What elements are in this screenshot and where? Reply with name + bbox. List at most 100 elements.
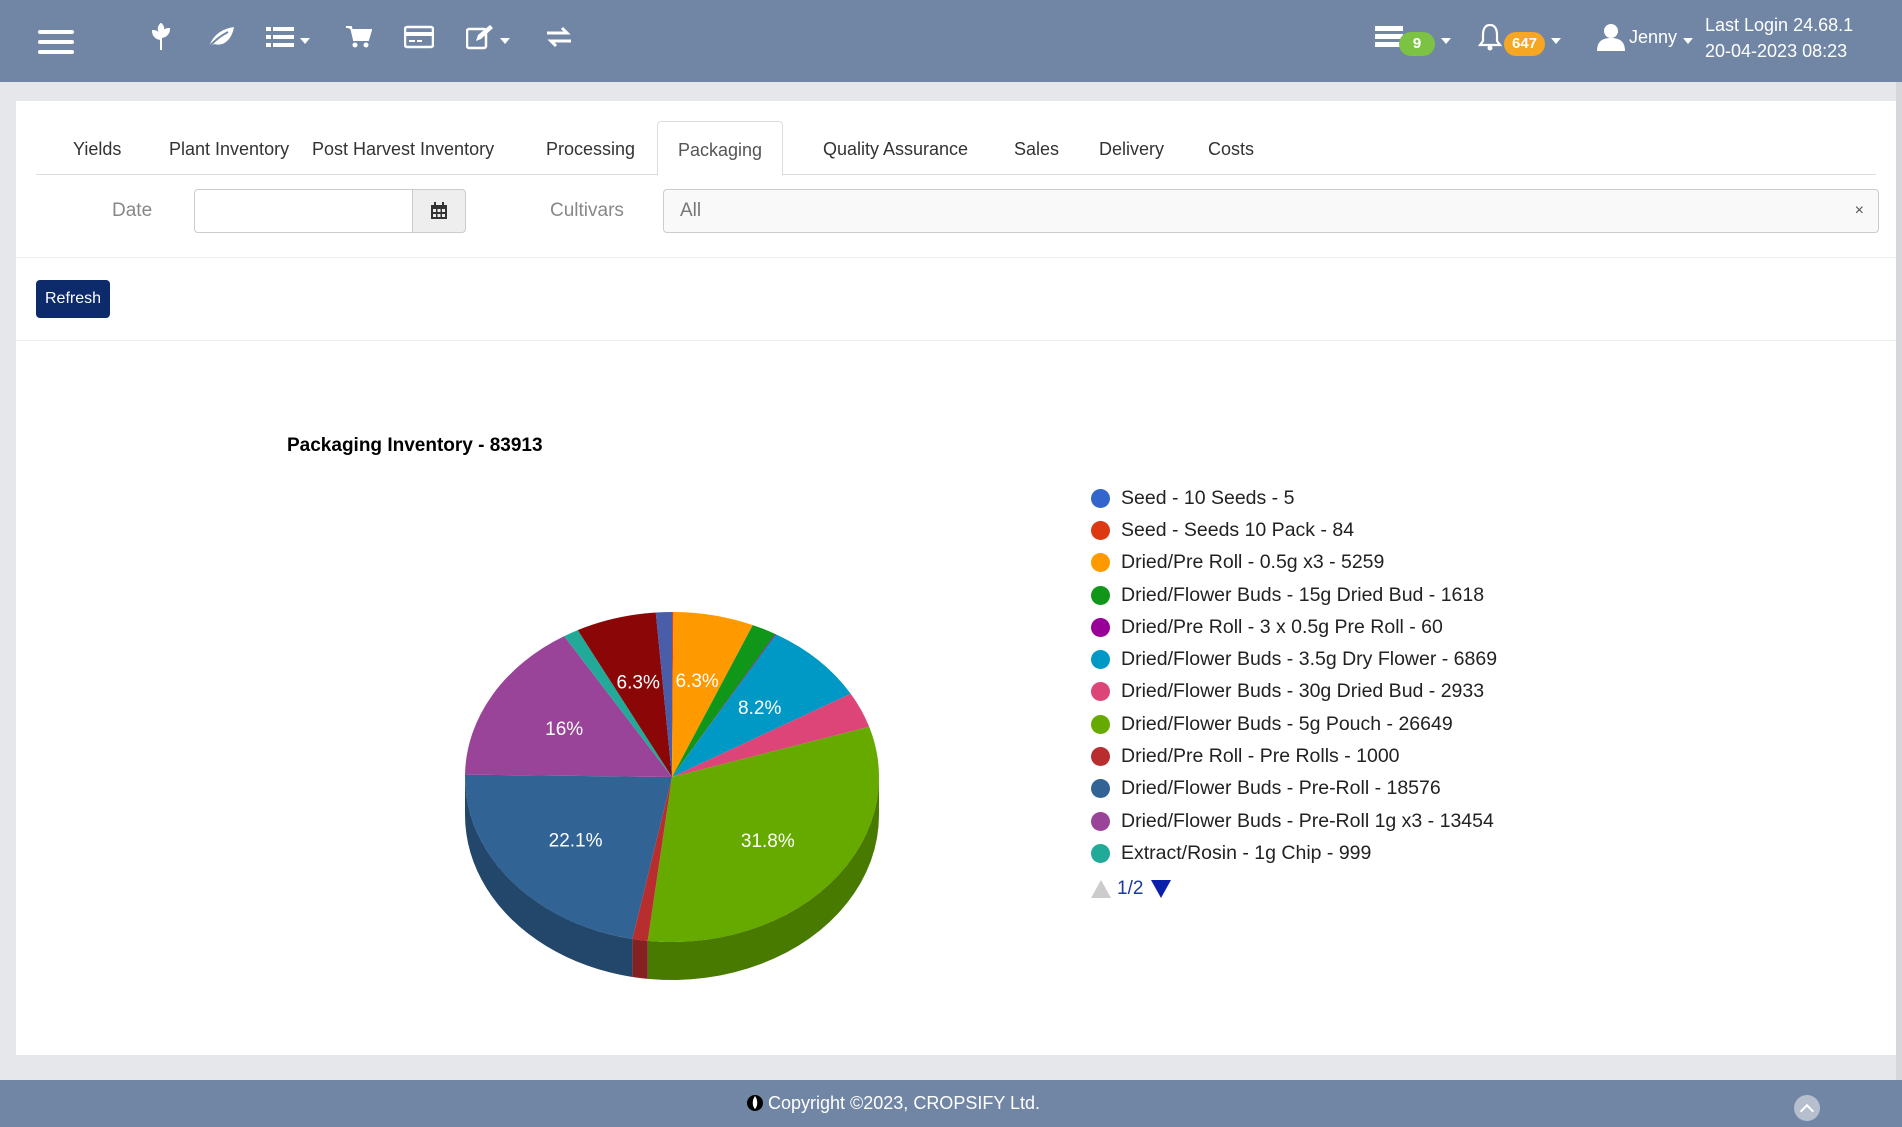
chevron-up-icon [1799,1103,1815,1118]
scroll-to-top-button[interactable] [1794,1095,1820,1121]
footer: Copyright ©2023, CROPSIFY Ltd. [0,1080,1902,1127]
legend-item[interactable]: Dried/Pre Roll - 0.5g x3 - 5259 [1091,547,1497,579]
list-icon[interactable] [266,20,310,54]
last-login: Last Login 24.68.1 20-04-2023 08:23 [1705,12,1853,64]
legend-swatch [1091,520,1110,540]
legend-item[interactable]: Dried/Flower Buds - 30g Dried Bud - 2933 [1091,676,1497,708]
user-name: Jenny [1629,26,1678,47]
legend-item[interactable]: Seed - 10 Seeds - 5 [1091,482,1497,514]
legend-label: Dried/Flower Buds - 15g Dried Bud - 1618 [1121,583,1485,606]
user-icon [1597,24,1625,51]
legend-label: Extract/Rosin - 1g Chip - 999 [1121,841,1372,864]
copyright-text: Copyright ©2023, CROPSIFY Ltd. [767,1093,1041,1113]
legend-label: Seed - Seeds 10 Pack - 84 [1121,518,1355,541]
legend-item[interactable]: Dried/Flower Buds - Pre-Roll - 18576 [1091,773,1497,805]
pie-slice-label: 31.8% [741,831,795,852]
edit-icon[interactable] [466,20,510,54]
legend-label: Dried/Pre Roll - Pre Rolls - 1000 [1121,745,1400,768]
legend-swatch [1091,585,1110,605]
cultivars-select[interactable]: All × [663,189,1879,233]
legend-item[interactable]: Dried/Flower Buds - 5g Pouch - 26649 [1091,708,1497,740]
pie-chart: 6.3% 8.2% 31.8% 22.1% 16% 6.3% [465,612,879,980]
tasks-menu[interactable]: 9 [1375,20,1451,56]
legend-label: Dried/Pre Roll - 0.5g x3 - 5259 [1121,551,1385,574]
notifications-badge: 647 [1504,32,1546,56]
bell-icon [1478,23,1502,51]
last-login-label: Last Login 24.68.1 [1705,15,1854,35]
legend-pager: 1/2 [1091,878,1497,900]
legend-swatch [1091,843,1110,863]
pie-slice-label: 22.1% [549,830,603,851]
legend-swatch [1091,779,1110,799]
date-label: Date [112,200,153,221]
transfer-icon[interactable] [545,20,573,54]
pie-slice-label: 16% [545,719,583,740]
refresh-row: Refresh [16,258,1896,341]
legend-swatch [1091,650,1110,670]
legend-label: Dried/Flower Buds - Pre-Roll - 18576 [1121,777,1441,800]
tab-delivery[interactable]: Delivery [1079,121,1184,173]
chevron-down-icon [1683,38,1694,44]
top-navbar: 9 647 Jenny Last Login 24.68.1 20-04-202… [0,0,1902,82]
tab-post-harvest-inventory[interactable]: Post Harvest Inventory [292,121,514,173]
user-menu[interactable]: Jenny [1597,20,1694,54]
cultivars-label: Cultivars [550,200,624,221]
legend-item[interactable]: Dried/Flower Buds - Pre-Roll 1g x3 - 134… [1091,805,1497,837]
legend-prev-icon[interactable] [1091,879,1111,898]
legend-item[interactable]: Seed - Seeds 10 Pack - 84 [1091,514,1497,546]
pie-slice-side [632,938,648,979]
tab-yields[interactable]: Yields [53,121,141,173]
tab-costs[interactable]: Costs [1188,121,1274,173]
legend-next-icon[interactable] [1151,879,1172,898]
calendar-button[interactable] [412,189,466,233]
tab-processing[interactable]: Processing [526,121,655,173]
filter-row: Date Cultivars All × [16,187,1896,258]
chevron-down-icon [1551,38,1562,44]
legend-swatch [1091,488,1110,508]
tasks-badge: 9 [1399,32,1435,56]
copyright: Copyright ©2023, CROPSIFY Ltd. [0,1092,1786,1114]
tab-plant-inventory[interactable]: Plant Inventory [149,121,309,173]
tab-quality-assurance[interactable]: Quality Assurance [803,121,988,173]
tab-packaging[interactable]: Packaging [657,121,784,176]
tab-bar: Yields Plant Inventory Post Harvest Inve… [36,121,1876,176]
legend-label: Dried/Flower Buds - 5g Pouch - 26649 [1121,712,1453,735]
legend-item[interactable]: Dried/Pre Roll - Pre Rolls - 1000 [1091,740,1497,772]
credit-card-icon[interactable] [404,20,434,54]
main-panel: Yields Plant Inventory Post Harvest Inve… [16,101,1896,1055]
legend-label: Dried/Flower Buds - 3.5g Dry Flower - 68… [1121,648,1498,671]
chevron-down-icon [500,38,510,44]
legend-swatch [1091,811,1110,831]
legend-swatch [1091,714,1110,734]
refresh-button[interactable]: Refresh [36,280,111,318]
chevron-down-icon [300,38,310,44]
legend-item[interactable]: Dried/Flower Buds - 15g Dried Bud - 1618 [1091,579,1497,611]
legend-item[interactable]: Extract/Rosin - 1g Chip - 999 [1091,837,1497,869]
vertical-scrollbar[interactable] [1896,82,1902,1080]
chevron-down-icon [1441,38,1451,44]
legend-swatch [1091,682,1110,702]
chart-legend: Seed - 10 Seeds - 5 Seed - Seeds 10 Pack … [1091,482,1497,900]
pie-slice-label: 6.3% [617,673,660,694]
pie-slice-label: 8.2% [738,698,781,719]
leaf-icon[interactable] [206,20,236,54]
last-login-time: 20-04-2023 08:23 [1705,41,1848,61]
clear-icon[interactable]: × [1855,190,1864,232]
date-input[interactable] [194,189,412,233]
legend-swatch [1091,617,1110,637]
legend-item[interactable]: Dried/Pre Roll - 3 x 0.5g Pre Roll - 60 [1091,611,1497,643]
plant-icon[interactable] [148,20,174,54]
legend-swatch [1091,553,1110,573]
legend-item[interactable]: Dried/Flower Buds - 3.5g Dry Flower - 68… [1091,643,1497,675]
hamburger-icon[interactable] [38,30,74,56]
cropsify-logo-icon [746,1095,763,1111]
pie-slice-label: 6.3% [675,671,718,692]
cultivars-value: All [680,200,702,221]
cart-icon[interactable] [346,20,372,54]
legend-label: Dried/Flower Buds - 30g Dried Bud - 2933 [1121,680,1485,703]
calendar-icon [431,202,447,219]
notifications-menu[interactable]: 647 [1478,20,1562,56]
legend-label: Dried/Pre Roll - 3 x 0.5g Pre Roll - 60 [1121,615,1443,638]
legend-label: Dried/Flower Buds - Pre-Roll 1g x3 - 134… [1121,809,1494,832]
tab-sales[interactable]: Sales [994,121,1079,173]
